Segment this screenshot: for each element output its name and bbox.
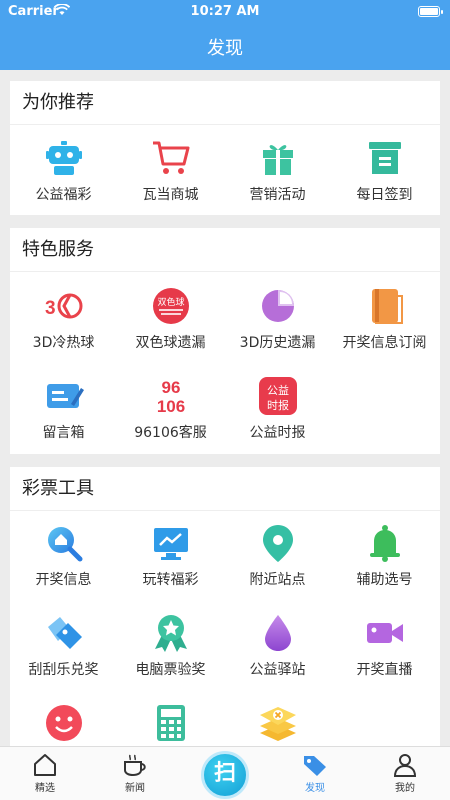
calculator-icon (156, 705, 185, 741)
tab-mine[interactable]: 我的 (360, 747, 450, 800)
item-computer-ticket-check[interactable]: 电脑票验奖 (117, 613, 224, 679)
svg-text:时报: 时报 (267, 398, 289, 412)
section-lottery-tools: 彩票工具 开奖信息 玩转福彩 附近站点 辅助选号 刮刮乐兑奖 电脑票验奖 公益驿… (10, 467, 440, 746)
item-calculator-tool[interactable] (117, 703, 224, 749)
location-pin-icon (262, 525, 293, 562)
item-96106-service[interactable]: 96 106 96106客服 (117, 376, 224, 442)
item-wadang-mall[interactable]: 瓦当商城 (117, 138, 224, 204)
item-label: 留言箱 (42, 425, 85, 441)
item-message-box[interactable]: 留言箱 (10, 376, 117, 442)
item-label: 每日签到 (356, 187, 413, 203)
item-smiley-tool[interactable] (10, 703, 117, 749)
svg-text:双色球: 双色球 (157, 296, 184, 308)
item-scratch-redeem[interactable]: 刮刮乐兑奖 (10, 613, 117, 679)
coffee-cup-icon (124, 754, 146, 777)
svg-text:96: 96 (161, 378, 180, 397)
tab-news[interactable]: 新闻 (90, 747, 180, 800)
ticket-tags-icon (47, 617, 82, 649)
section-recommended: 为你推荐 公益福彩 瓦当商城 营销活动 每日签到 (10, 81, 440, 215)
home-icon (34, 754, 56, 776)
award-ribbon-icon (154, 615, 187, 652)
item-draw-info[interactable]: 开奖信息 (10, 523, 117, 589)
battery-icon (418, 6, 443, 17)
item-3d-history-missing[interactable]: 3D历史遗漏 (224, 286, 331, 352)
section-title: 为你推荐 (10, 81, 440, 125)
item-label: 公益驿站 (249, 662, 306, 678)
item-charity-lottery[interactable]: 公益福彩 (10, 138, 117, 204)
smiley-icon (45, 705, 82, 741)
item-draw-info-subscribe[interactable]: 开奖信息订阅 (331, 286, 438, 352)
3d-logo-icon: 3 (45, 293, 82, 319)
svg-text:公益: 公益 (267, 383, 289, 397)
svg-text:3: 3 (45, 298, 56, 319)
item-label: 刮刮乐兑奖 (28, 662, 99, 678)
item-label: 营销活动 (249, 187, 306, 203)
book-icon (371, 289, 403, 324)
monitor-chart-icon (153, 528, 188, 560)
item-number-picker[interactable]: 辅助选号 (331, 523, 438, 589)
item-label: 玩转福彩 (142, 572, 199, 588)
item-label: 3D历史遗漏 (239, 335, 316, 351)
item-label: 96106客服 (134, 425, 207, 441)
checkin-box-icon (368, 142, 401, 174)
item-label: 3D冷热球 (32, 335, 95, 351)
item-marketing-events[interactable]: 营销活动 (224, 138, 331, 204)
tab-label: 新闻 (125, 783, 145, 794)
union-lotto-icon: 双色球 (152, 288, 189, 324)
item-label: 开奖直播 (356, 662, 413, 678)
page-title: 发现 (207, 38, 243, 59)
svg-text:106: 106 (156, 397, 184, 416)
bell-icon (369, 525, 400, 562)
tab-featured[interactable]: 精选 (0, 747, 90, 800)
item-label: 瓦当商城 (142, 187, 199, 203)
item-charity-station[interactable]: 公益驿站 (224, 613, 331, 679)
status-bar: Carrier 10:27 AM (0, 0, 450, 22)
tab-label: 发现 (305, 783, 325, 794)
item-label: 开奖信息订阅 (342, 335, 427, 351)
section-title: 特色服务 (10, 228, 440, 272)
pie-chart-icon (261, 290, 294, 322)
message-edit-icon (46, 384, 84, 408)
video-camera-icon (366, 623, 403, 643)
item-play-welfare-lottery[interactable]: 玩转福彩 (117, 523, 224, 589)
newspaper-icon: 公益 时报 (258, 377, 297, 415)
item-label: 辅助选号 (356, 572, 413, 588)
item-label: 双色球遗漏 (135, 335, 206, 351)
tab-discover[interactable]: 发现 (270, 747, 360, 800)
tab-label: 精选 (35, 783, 55, 794)
hotline-96106-icon: 96 106 (156, 378, 184, 416)
layers-cancel-icon (259, 707, 296, 741)
gift-icon (262, 145, 293, 175)
item-label: 开奖信息 (35, 572, 92, 588)
user-icon (393, 754, 417, 777)
item-label: 电脑票验奖 (135, 662, 206, 678)
item-label: 附近站点 (249, 572, 306, 588)
tab-label: 我的 (395, 783, 415, 794)
item-label: 公益福彩 (35, 187, 92, 203)
shopping-cart-icon (152, 141, 189, 174)
section-title: 彩票工具 (10, 467, 440, 511)
item-layers-tool[interactable] (224, 703, 331, 749)
magnifier-icon (47, 527, 82, 562)
header-bar: Carrier 10:27 AM 发现 (0, 0, 450, 70)
scan-button[interactable]: 扫 (201, 751, 249, 799)
robot-icon (45, 141, 82, 175)
item-3d-hot-cold[interactable]: 3 3D冷热球 (10, 286, 117, 352)
section-featured-services: 特色服务 3 3D冷热球 双色球 双色球遗漏 3D历史遗漏 开奖信息订阅 留言箱… (10, 228, 440, 454)
clock: 10:27 AM (190, 4, 260, 19)
item-label: 公益时报 (249, 425, 306, 441)
tag-icon (304, 756, 326, 776)
water-drop-icon (264, 615, 291, 651)
item-draw-live[interactable]: 开奖直播 (331, 613, 438, 679)
item-daily-checkin[interactable]: 每日签到 (331, 138, 438, 204)
item-charity-times[interactable]: 公益 时报 公益时报 (224, 376, 331, 442)
item-nearby-stations[interactable]: 附近站点 (224, 523, 331, 589)
item-union-lotto-missing[interactable]: 双色球 双色球遗漏 (117, 286, 224, 352)
